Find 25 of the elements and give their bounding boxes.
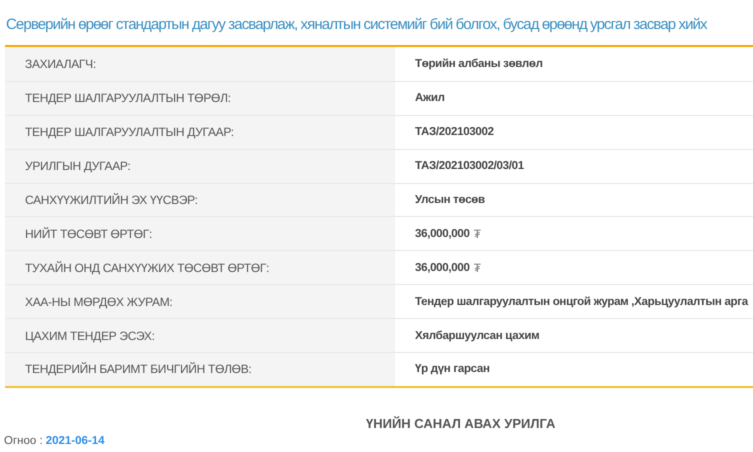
field-label: ЦАХИМ ТЕНДЕР ЭСЭХ: [5,319,395,352]
field-value: ТАЗ/202103002 [415,126,494,138]
field-value: Хялбаршуулсан цахим [415,330,540,342]
date-value: 2021-06-14 [46,434,105,447]
field-label: ЗАХИАЛАГЧ: [5,47,395,81]
field-label: САНХҮҮЖИЛТИЙН ЭХ ҮҮСВЭР: [5,184,395,216]
field-value: Улсын төсөв [415,194,485,206]
field-value: 36,000,000 [415,228,470,240]
field-label: ТУХАЙН ОНД САНХҮҮЖИХ ТӨСӨВТ ӨРТӨГ: [5,251,395,284]
field-value: Үр дүн гарсан [415,363,490,376]
field-label: ТЕНДЕР ШАЛГАРУУЛАЛТЫН ДУГААР: [5,116,395,149]
currency-sign: ₮ [474,226,481,241]
field-value: Төрийн албаны зөвлөл [415,58,543,70]
date-label: Огноо : [4,434,43,447]
field-label: ХАА-НЫ МӨРДӨХ ЖУРАМ: [5,285,395,318]
currency-sign: ₮ [474,260,481,275]
field-label: ТЕНДЕР ШАЛГАРУУЛАЛТЫН ТӨРӨЛ: [5,82,395,115]
field-value: Тендер шалгаруулалтын онцгой журам ,Харьцуулалтын арга [415,296,748,308]
field-label: НИЙТ ТӨСӨВТ ӨРТӨГ: [5,217,395,250]
field-value: 36,000,000 [415,262,470,274]
section-heading: ҮНИЙН САНАЛ АВАХ УРИЛГА [366,416,556,431]
field-value: Ажил [415,92,445,104]
field-value: ТАЗ/202103002/03/01 [415,160,524,172]
field-label: УРИЛГЫН ДУГААР: [5,150,395,183]
field-label: ТЕНДЕРИЙН БАРИМТ БИЧГИЙН ТӨЛӨВ: [5,353,395,386]
